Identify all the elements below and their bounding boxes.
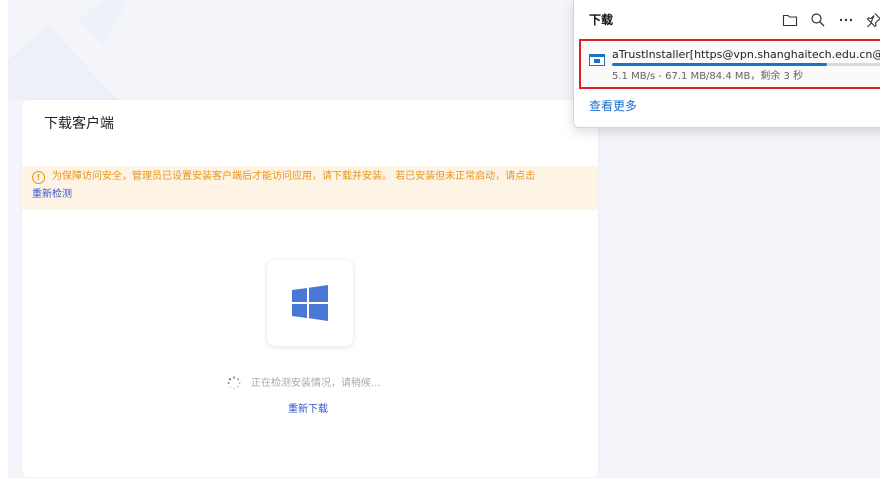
recheck-link[interactable]: 重新检测: [32, 188, 72, 202]
page-bottom-margin: [0, 478, 880, 484]
windows-client-tile: [267, 260, 353, 346]
info-icon: !: [32, 171, 45, 184]
detection-status: 正在检测安装情况，请稍候...: [227, 376, 427, 392]
download-file-name: aTrustInstaller[https@vpn.shanghaitech.e…: [612, 48, 880, 61]
see-more-link[interactable]: 查看更多: [589, 98, 637, 114]
pin-icon[interactable]: [865, 11, 880, 29]
more-options-icon[interactable]: [837, 11, 855, 29]
installer-file-icon: [589, 54, 605, 66]
download-item[interactable]: aTrustInstaller[https@vpn.shanghaitech.e…: [579, 39, 880, 89]
loading-spinner-icon: [227, 376, 241, 390]
download-client-card: 下载客户端 ! 为保障访问安全，管理员已设置安装客户端后才能访问应用，请下载并安…: [22, 100, 598, 477]
redownload-link[interactable]: 重新下载: [288, 403, 328, 417]
downloads-title: 下载: [589, 13, 614, 27]
download-progress-fill: [612, 63, 827, 66]
card-title: 下载客户端: [44, 116, 114, 132]
search-icon[interactable]: [809, 11, 827, 29]
folder-icon[interactable]: [781, 11, 799, 29]
windows-logo-icon: [292, 285, 328, 321]
download-progress-bar: [612, 63, 880, 66]
download-status: 5.1 MB/s - 67.1 MB/84.4 MB，剩余 3 秒: [612, 71, 804, 82]
downloads-flyout: 下载 aTrustInstaller[https@vpn.shanghaitec…: [573, 0, 880, 128]
security-notice: ! 为保障访问安全，管理员已设置安装客户端后才能访问应用，请下载并安装。 若已安…: [22, 166, 598, 210]
background-decoration: [8, 0, 128, 100]
notice-text: 为保障访问安全，管理员已设置安装客户端后才能访问应用，请下载并安装。 若已安装但…: [52, 171, 536, 182]
page-left-margin: [0, 0, 8, 484]
status-text: 正在检测安装情况，请稍候...: [251, 378, 381, 389]
